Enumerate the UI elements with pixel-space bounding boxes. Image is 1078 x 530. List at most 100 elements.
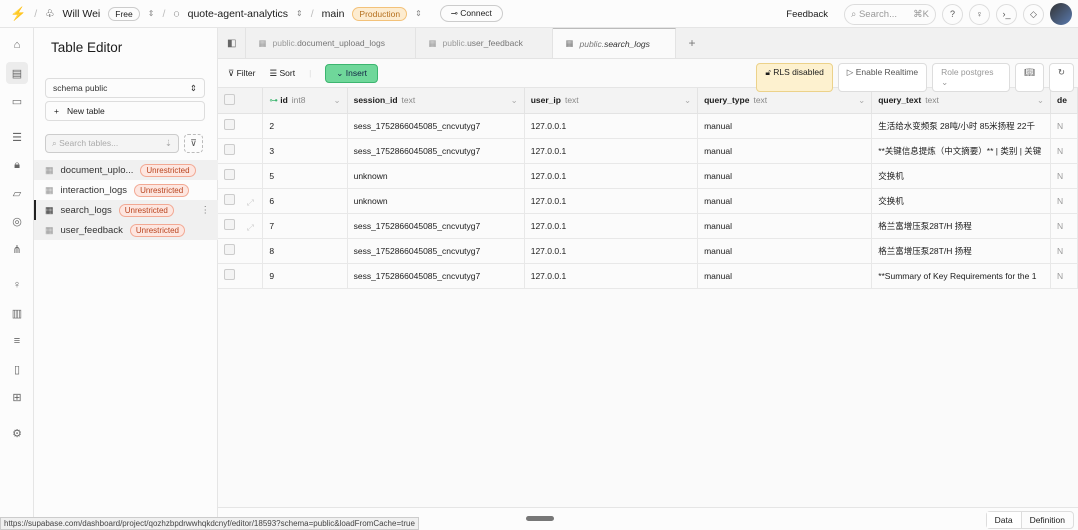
edge-functions-icon[interactable]: ◎ <box>6 210 28 232</box>
role-select[interactable]: Role postgres ⌄ <box>932 63 1011 92</box>
tab-user-feedback[interactable]: ▦ public.user_feedback <box>416 28 554 58</box>
insert-button[interactable]: ⌄ Insert <box>325 63 379 83</box>
expand-icon[interactable]: ⤢ <box>247 222 254 232</box>
table-row[interactable]: 8 sess_1752866045085_cncvutyg7 127.0.0.1 ma… <box>218 238 1078 264</box>
realtime-icon[interactable]: ⋔ <box>6 238 28 260</box>
table-item[interactable]: ▦ document_uplo... Unrestricted <box>34 160 218 180</box>
more-icon[interactable]: ⋮ <box>201 205 211 216</box>
auth-icon[interactable]: 🔒︎ <box>6 154 28 176</box>
search-tables-input[interactable]: ⌕ Search tables... ⇣ <box>45 134 179 153</box>
table-editor-icon[interactable]: ▤ <box>6 62 28 84</box>
cell-session_id[interactable]: unknown <box>347 163 525 189</box>
table-row[interactable]: 9 sess_1752866045085_cncvutyg7 127.0.0.1 ma… <box>218 263 1078 289</box>
filter-button[interactable]: ⊽ Filter <box>228 68 255 79</box>
cell-query_type[interactable]: manual <box>697 113 873 139</box>
new-table-button[interactable]: + New table <box>45 101 205 121</box>
cell-id[interactable]: 3 <box>262 138 348 164</box>
definition-view-button[interactable]: Definition <box>1022 512 1073 528</box>
cell-de[interactable]: N <box>1050 238 1078 264</box>
avatar[interactable] <box>1050 3 1072 25</box>
filter-icon[interactable]: ⊽ <box>184 134 203 153</box>
assistant-icon[interactable]: ◇ <box>1023 3 1044 25</box>
settings-icon[interactable]: ⚙ <box>6 422 28 444</box>
rls-disabled-button[interactable]: 🔓︎ RLS disabled <box>756 63 833 92</box>
feedback-button[interactable]: Feedback <box>786 9 828 20</box>
table-item[interactable]: ▦ interaction_logs Unrestricted <box>34 180 218 200</box>
integrations-icon[interactable]: ⊞ <box>6 386 28 408</box>
column-header-user_ip[interactable]: user_ip text ⌄ <box>524 88 699 114</box>
data-view-button[interactable]: Data <box>986 512 1022 528</box>
cell-user_ip[interactable]: 127.0.0.1 <box>524 238 699 264</box>
cell-de[interactable]: N <box>1050 263 1078 289</box>
api-docs-icon[interactable]: ▯ <box>6 358 28 380</box>
row-checkbox[interactable] <box>218 138 264 164</box>
cell-query_type[interactable]: manual <box>697 188 873 214</box>
schema-select[interactable]: schema public ⇕ <box>45 78 205 98</box>
cell-session_id[interactable]: sess_1752866045085_cncvutyg7 <box>347 263 525 289</box>
logs-icon[interactable]: ≡ <box>6 330 28 352</box>
branch-name[interactable]: main <box>322 8 345 20</box>
cell-query_text[interactable]: 格兰富增压泵28T/H 扬程 <box>871 213 1052 239</box>
row-checkbox[interactable]: ⤢ <box>218 213 264 239</box>
expand-icon[interactable]: ⤢ <box>247 197 254 207</box>
cell-user_ip[interactable]: 127.0.0.1 <box>524 188 699 214</box>
cell-id[interactable]: 7 <box>262 213 348 239</box>
table-item[interactable]: ▦ user_feedback Unrestricted <box>34 220 218 240</box>
tab-document-upload-logs[interactable]: ▦ public.document_upload_logs <box>246 28 417 58</box>
resize-handle[interactable] <box>526 516 554 521</box>
chevron-down-icon[interactable]: ⌄ <box>333 95 340 106</box>
cell-id[interactable]: 6 <box>262 188 348 214</box>
cell-id[interactable]: 2 <box>262 113 348 139</box>
sql-editor-icon[interactable]: ▭ <box>6 90 28 112</box>
cell-id[interactable]: 5 <box>262 163 348 189</box>
storage-icon[interactable]: ▱ <box>6 182 28 204</box>
cell-id[interactable]: 8 <box>262 238 348 264</box>
tab-search-logs[interactable]: ▦ public.search_logs <box>553 28 677 58</box>
cell-user_ip[interactable]: 127.0.0.1 <box>524 163 699 189</box>
table-row[interactable]: ⤢ 6 unknown 127.0.0.1 manual 交换机 N <box>218 188 1078 214</box>
database-icon[interactable]: ☰ <box>6 126 28 148</box>
column-header-session_id[interactable]: session_id text ⌄ <box>347 88 525 114</box>
cell-user_ip[interactable]: 127.0.0.1 <box>524 263 699 289</box>
collapse-icon[interactable]: ⇣ <box>165 138 172 149</box>
cell-session_id[interactable]: sess_1752866045085_cncvutyg7 <box>347 213 525 239</box>
column-header-id[interactable]: ⊶ id int8 ⌄ <box>262 88 348 114</box>
cell-de[interactable]: N <box>1050 213 1078 239</box>
cell-query_type[interactable]: manual <box>697 238 873 264</box>
cell-query_text[interactable]: 生活给水变频泵 28吨/小时 85米扬程 22千 <box>871 113 1052 139</box>
help-icon[interactable]: ? <box>942 3 963 25</box>
cell-query_type[interactable]: manual <box>697 213 873 239</box>
row-checkbox[interactable] <box>218 113 264 139</box>
sort-button[interactable]: ☰ Sort <box>269 68 295 79</box>
row-checkbox[interactable]: ⤢ <box>218 188 264 214</box>
row-checkbox[interactable] <box>218 263 264 289</box>
advisors-icon[interactable]: ♀ <box>6 274 28 296</box>
project-name[interactable]: quote-agent-analytics <box>188 8 288 20</box>
lightbulb-icon[interactable]: ♀ <box>969 3 990 25</box>
reports-icon[interactable]: ▥ <box>6 302 28 324</box>
table-row[interactable]: 3 sess_1752866045085_cncvutyg7 127.0.0.1 ma… <box>218 138 1078 164</box>
docs-icon[interactable]: 📖︎ <box>1015 63 1044 92</box>
cell-query_text[interactable]: 交换机 <box>871 188 1052 214</box>
org-name[interactable]: Will Wei <box>63 8 101 20</box>
cell-de[interactable]: N <box>1050 113 1078 139</box>
project-switch-icon[interactable]: ⇕ <box>296 9 303 18</box>
refresh-icon[interactable]: ↻ <box>1048 63 1074 92</box>
enable-realtime-button[interactable]: ▷ Enable Realtime <box>837 63 928 92</box>
cell-session_id[interactable]: sess_1752866045085_cncvutyg7 <box>347 138 525 164</box>
cell-de[interactable]: N <box>1050 188 1078 214</box>
cell-session_id[interactable]: sess_1752866045085_cncvutyg7 <box>347 238 525 264</box>
toggle-sidebar-icon[interactable]: ◧ <box>218 28 247 58</box>
new-tab-button[interactable]: + <box>676 28 707 58</box>
cell-query_type[interactable]: manual <box>697 138 873 164</box>
chevron-down-icon[interactable]: ⌄ <box>684 95 691 106</box>
connect-button[interactable]: ⊸ Connect <box>439 5 503 22</box>
org-switch-icon[interactable]: ⇕ <box>148 9 155 18</box>
cell-query_text[interactable]: 交换机 <box>871 163 1052 189</box>
table-row[interactable]: ⤢ 7 sess_1752866045085_cncvutyg7 127.0.0.1 m… <box>218 213 1078 239</box>
cell-user_ip[interactable]: 127.0.0.1 <box>524 138 699 164</box>
chevron-down-icon[interactable]: ⌄ <box>511 95 518 106</box>
cell-de[interactable]: N <box>1050 163 1078 189</box>
cell-query_type[interactable]: manual <box>697 163 873 189</box>
cell-session_id[interactable]: unknown <box>347 188 525 214</box>
